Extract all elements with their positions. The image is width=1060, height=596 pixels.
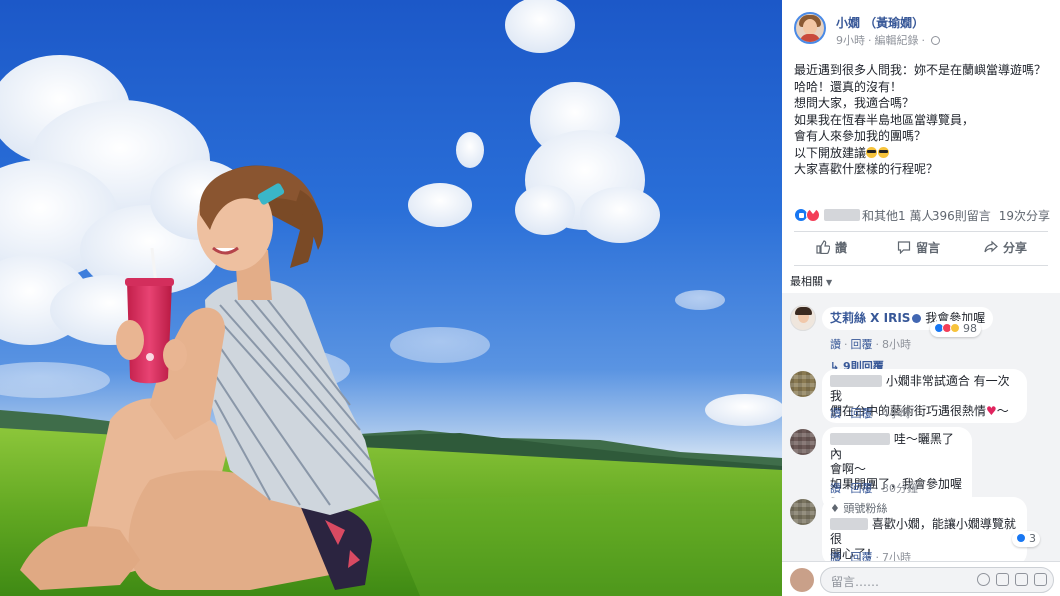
comment-time[interactable]: 30分鐘 xyxy=(882,482,918,495)
post-sidebar: 小嫺 （黃瑜嫺） 9小時 · 編輯紀錄 · 最近遇到很多人問我：妳不是在蘭嶼當導遊嗎？… xyxy=(782,0,1060,596)
comment-sort-dropdown[interactable]: 最相關 ▼ xyxy=(790,273,832,289)
post-line: 想問大家，我適合嗎？ xyxy=(794,96,915,110)
post-time[interactable]: 9小時 xyxy=(836,34,865,47)
post-text: 最近遇到很多人問我：妳不是在蘭嶼當導遊嗎？ 哈哈！還真的沒有！ 想問大家，我適合… xyxy=(794,62,1054,178)
post-line: 以下開放建議 xyxy=(794,145,1054,162)
post-line: 最近遇到很多人問我：妳不是在蘭嶼當導遊嗎？ xyxy=(794,63,1047,77)
post-line: 大家喜歡什麼樣的行程呢？ xyxy=(794,162,939,176)
emoji-icon[interactable] xyxy=(977,573,990,586)
reactions-summary[interactable]: 和其他1 萬人 396則留言 19次分享 xyxy=(794,207,1054,225)
comment-button[interactable]: 留言 xyxy=(897,239,940,257)
post-line: 會有人來參加我的團嗎？ xyxy=(794,129,927,143)
top-fan-badge: ♦ 頭號粉絲 xyxy=(830,502,888,515)
comment-reactions[interactable]: 98 xyxy=(930,321,981,337)
post-line: 哈哈！還真的沒有！ xyxy=(794,79,903,94)
photo-illustration xyxy=(0,0,782,596)
clouds xyxy=(0,0,782,426)
commenter-name[interactable]: 艾莉絲 X IRIS xyxy=(830,311,910,325)
comment-input-placeholder: 留言…… xyxy=(831,575,880,589)
blurred-name xyxy=(824,209,860,221)
laugh-reaction-icon xyxy=(950,323,960,333)
comment-bubble-icon xyxy=(897,241,911,254)
composer-tools xyxy=(971,573,1047,589)
sticker-icon[interactable] xyxy=(1034,573,1047,586)
blurred-name xyxy=(830,375,882,387)
blurred-name xyxy=(830,433,890,445)
post-meta: 9小時 · 編輯紀錄 · xyxy=(836,32,940,48)
like-reaction-icon xyxy=(1016,533,1026,543)
heart-emoji-icon: ♥ xyxy=(986,404,997,418)
share-arrow-icon xyxy=(984,240,998,253)
comment-text: 會啊～ xyxy=(830,462,867,476)
commenter-avatar[interactable] xyxy=(790,499,816,525)
love-reaction-icon xyxy=(806,207,820,222)
post-header: 小嫺 （黃瑜嫺） 9小時 · 編輯紀錄 · xyxy=(794,12,1054,48)
comment-reply-link[interactable]: 回覆 xyxy=(851,482,873,495)
blurred-name xyxy=(830,518,868,530)
comment-reactions[interactable]: 3 xyxy=(1012,531,1040,547)
comment-time[interactable]: 8小時 xyxy=(882,338,911,351)
author-avatar[interactable] xyxy=(794,12,826,44)
sunglasses-emoji-icon xyxy=(878,146,890,158)
gif-icon[interactable] xyxy=(1015,573,1028,586)
comments-list: 艾莉絲 X IRIS 我會參加喔 98 讚 · 回覆 · 8小時 ↳ 9則回覆 小嫺非常… xyxy=(782,293,1060,566)
divider xyxy=(794,231,1048,232)
comment-actions: 讚 · 回覆 · 4小時 xyxy=(830,407,911,420)
comment-like-link[interactable]: 讚 xyxy=(830,482,841,495)
globe-icon xyxy=(931,36,940,45)
sunglasses-emoji-icon xyxy=(866,146,878,158)
caret-down-icon: ▼ xyxy=(826,278,833,287)
comment-like-link[interactable]: 讚 xyxy=(830,407,841,420)
commenter-avatar[interactable] xyxy=(790,429,816,455)
share-button[interactable]: 分享 xyxy=(984,239,1027,257)
commenter-avatar[interactable] xyxy=(790,371,816,397)
comment-actions: 讚 · 回覆 · 8小時 xyxy=(830,338,911,351)
comment-input[interactable]: 留言…… xyxy=(820,567,1054,593)
post-line: 如果我在恆春半島地區當導覽員， xyxy=(794,112,975,127)
post-photo[interactable] xyxy=(0,0,782,596)
post-actions: 讚 留言 分享 xyxy=(794,237,1048,259)
comment-composer: 留言…… xyxy=(782,561,1060,596)
verified-badge-icon xyxy=(912,314,922,323)
current-user-avatar xyxy=(790,568,814,592)
comment-actions: 讚 · 回覆 · 30分鐘 xyxy=(830,482,918,495)
comment-like-link[interactable]: 讚 xyxy=(830,338,841,351)
comment-time[interactable]: 4小時 xyxy=(882,407,911,420)
shares-count[interactable]: 19次分享 xyxy=(999,209,1050,223)
author-name[interactable]: 小嫺 （黃瑜嫺） xyxy=(836,14,924,31)
camera-icon[interactable] xyxy=(996,573,1009,586)
commenter-avatar[interactable] xyxy=(790,305,816,331)
diamond-icon: ♦ xyxy=(830,502,844,515)
divider xyxy=(794,265,1048,266)
thumbs-up-icon xyxy=(816,240,830,254)
edit-history-link[interactable]: 編輯紀錄 xyxy=(875,34,919,47)
reaction-count-text[interactable]: 和其他1 萬人 xyxy=(862,207,933,224)
like-button[interactable]: 讚 xyxy=(816,239,847,257)
post-counts: 396則留言 19次分享 xyxy=(924,207,1050,224)
comment-reply-link[interactable]: 回覆 xyxy=(851,338,873,351)
comments-count[interactable]: 396則留言 xyxy=(932,209,991,223)
comment-reply-link[interactable]: 回覆 xyxy=(851,407,873,420)
